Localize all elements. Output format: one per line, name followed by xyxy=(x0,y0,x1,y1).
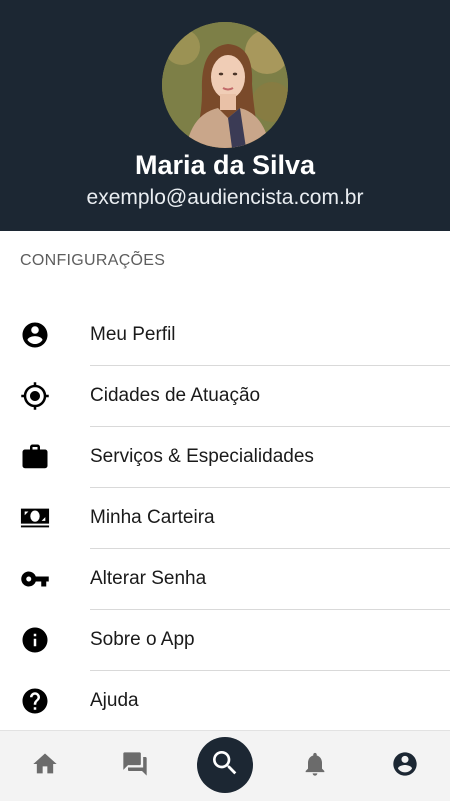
menu-item-label: Meu Perfil xyxy=(90,324,176,345)
search-icon xyxy=(209,747,241,784)
menu-item-label: Minha Carteira xyxy=(90,507,215,528)
bell-icon xyxy=(301,750,329,783)
user-name: Maria da Silva xyxy=(134,150,316,180)
nav-notifications-button[interactable] xyxy=(285,731,345,801)
nav-chat-button[interactable] xyxy=(105,731,165,801)
menu-item-meu-perfil[interactable]: Meu Perfil xyxy=(0,305,450,366)
user-email: exemplo@audiencista.com.br xyxy=(86,186,364,209)
avatar[interactable] xyxy=(162,22,288,148)
key-icon xyxy=(20,564,50,594)
account-circle-icon xyxy=(20,320,50,350)
nav-profile-button[interactable] xyxy=(375,731,435,801)
menu-item-label: Sobre o App xyxy=(90,629,195,650)
menu-item-label: Alterar Senha xyxy=(90,568,207,589)
menu-item-label: Ajuda xyxy=(90,690,139,711)
nav-search-button[interactable] xyxy=(197,737,253,793)
menu-item-alterar-senha[interactable]: Alterar Senha xyxy=(0,549,450,610)
briefcase-icon xyxy=(20,442,50,472)
menu-item-ajuda[interactable]: Ajuda xyxy=(0,671,450,732)
info-icon xyxy=(20,625,50,655)
menu-item-servicos-especialidades[interactable]: Serviços & Especialidades xyxy=(0,427,450,488)
gps-target-icon xyxy=(20,381,50,411)
profile-header: Maria da Silva exemplo@audiencista.com.b… xyxy=(0,0,450,231)
money-icon xyxy=(20,503,50,533)
menu-item-sobre-o-app[interactable]: Sobre o App xyxy=(0,610,450,671)
account-icon xyxy=(391,750,419,783)
home-icon xyxy=(31,750,59,783)
menu-item-minha-carteira[interactable]: Minha Carteira xyxy=(0,488,450,549)
menu-item-cidades-de-atuacao[interactable]: Cidades de Atuação xyxy=(0,366,450,427)
menu-item-label: Cidades de Atuação xyxy=(90,385,261,406)
nav-home-button[interactable] xyxy=(15,731,75,801)
section-title: CONFIGURAÇÕES xyxy=(20,252,166,269)
chat-icon xyxy=(121,750,149,783)
settings-menu: Meu Perfil Cidades de Atuação Serviços &… xyxy=(0,305,450,732)
help-icon xyxy=(20,686,50,716)
menu-item-label: Serviços & Especialidades xyxy=(90,446,314,467)
